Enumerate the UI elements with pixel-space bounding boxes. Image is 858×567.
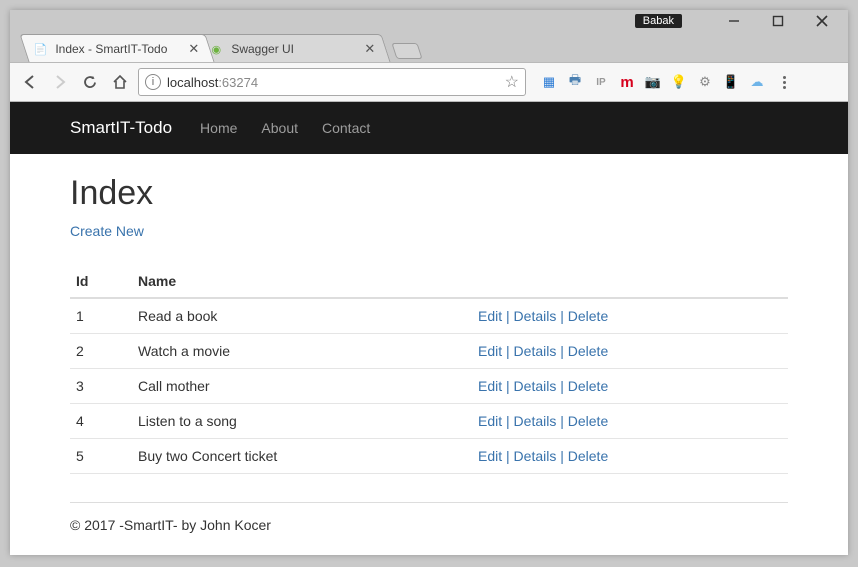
- toolbar: i localhost:63274 ☆ ▦ 🖶 IP m 📷 💡 ⚙ 📱 ☁: [10, 62, 848, 102]
- edit-link[interactable]: Edit: [478, 448, 502, 464]
- nav-link-home[interactable]: Home: [200, 120, 237, 136]
- tab-strip: 📄 Index - SmartIT-Todo ✕ ◉ Swagger UI ✕: [10, 32, 848, 62]
- table-row: 4Listen to a songEdit | Details | Delete: [70, 404, 788, 439]
- cell-actions: Edit | Details | Delete: [472, 334, 788, 369]
- minimize-button[interactable]: [712, 10, 756, 32]
- url-host: localhost: [167, 75, 218, 90]
- delete-link[interactable]: Delete: [568, 343, 608, 359]
- cell-actions: Edit | Details | Delete: [472, 439, 788, 474]
- cell-actions: Edit | Details | Delete: [472, 369, 788, 404]
- cell-id: 2: [70, 334, 132, 369]
- extension-icon[interactable]: 💡: [670, 73, 688, 91]
- bookmark-star-icon[interactable]: ☆: [505, 72, 519, 92]
- tab-inactive[interactable]: ◉ Swagger UI ✕: [195, 34, 390, 62]
- table-row: 2Watch a movieEdit | Details | Delete: [70, 334, 788, 369]
- extension-icon[interactable]: ☁: [748, 73, 766, 91]
- new-tab-button[interactable]: [391, 43, 422, 59]
- details-link[interactable]: Details: [514, 308, 557, 324]
- cell-id: 5: [70, 439, 132, 474]
- extension-icons: ▦ 🖶 IP m 📷 💡 ⚙ 📱 ☁: [540, 73, 766, 91]
- tab-active[interactable]: 📄 Index - SmartIT-Todo ✕: [19, 34, 214, 62]
- tab-close-button[interactable]: ✕: [362, 41, 377, 57]
- edit-link[interactable]: Edit: [478, 378, 502, 394]
- delete-link[interactable]: Delete: [568, 378, 608, 394]
- reload-icon: [82, 74, 99, 91]
- table-row: 3Call motherEdit | Details | Delete: [70, 369, 788, 404]
- account-chip[interactable]: Babak: [635, 14, 682, 28]
- extension-icon[interactable]: 📱: [722, 73, 740, 91]
- cell-name: Call mother: [132, 369, 472, 404]
- cell-name: Listen to a song: [132, 404, 472, 439]
- back-icon: [21, 73, 39, 91]
- home-button[interactable]: [108, 70, 132, 94]
- extension-icon[interactable]: 📷: [644, 73, 662, 91]
- extension-icon[interactable]: 🖶: [566, 73, 584, 91]
- address-bar[interactable]: i localhost:63274 ☆: [138, 68, 526, 96]
- extension-icon[interactable]: m: [618, 73, 636, 91]
- url-port: :63274: [218, 75, 258, 90]
- cell-name: Watch a movie: [132, 334, 472, 369]
- forward-button[interactable]: [48, 70, 72, 94]
- extension-icon[interactable]: ▦: [540, 73, 558, 91]
- tab-close-button[interactable]: ✕: [186, 41, 201, 57]
- maximize-button[interactable]: [756, 10, 800, 32]
- cell-actions: Edit | Details | Delete: [472, 404, 788, 439]
- site-navbar: SmartIT-Todo Home About Contact: [10, 102, 848, 154]
- todo-table: Id Name 1Read a bookEdit | Details | Del…: [70, 265, 788, 474]
- col-actions-header: [472, 265, 788, 298]
- titlebar: Babak: [10, 10, 848, 32]
- cell-name: Buy two Concert ticket: [132, 439, 472, 474]
- cell-id: 3: [70, 369, 132, 404]
- delete-link[interactable]: Delete: [568, 413, 608, 429]
- page-title: Index: [70, 174, 788, 213]
- cell-actions: Edit | Details | Delete: [472, 298, 788, 334]
- details-link[interactable]: Details: [514, 343, 557, 359]
- delete-link[interactable]: Delete: [568, 448, 608, 464]
- table-row: 5Buy two Concert ticketEdit | Details | …: [70, 439, 788, 474]
- back-button[interactable]: [18, 70, 42, 94]
- close-icon: [816, 15, 828, 27]
- minimize-icon: [728, 15, 740, 27]
- nav-link-about[interactable]: About: [261, 120, 298, 136]
- cell-id: 1: [70, 298, 132, 334]
- home-icon: [111, 73, 129, 91]
- details-link[interactable]: Details: [514, 378, 557, 394]
- page-content: Index Create New Id Name 1Read a bookEdi…: [10, 154, 848, 567]
- table-row: 1Read a bookEdit | Details | Delete: [70, 298, 788, 334]
- close-window-button[interactable]: [800, 10, 844, 32]
- cell-id: 4: [70, 404, 132, 439]
- edit-link[interactable]: Edit: [478, 308, 502, 324]
- browser-window: Babak 📄 Index - SmartIT-Todo ✕ ◉ Swagger…: [10, 10, 848, 555]
- maximize-icon: [772, 15, 784, 27]
- browser-menu-button[interactable]: [772, 70, 796, 94]
- page-favicon-icon: 📄: [33, 42, 47, 56]
- site-info-icon[interactable]: i: [145, 74, 161, 90]
- forward-icon: [51, 73, 69, 91]
- reload-button[interactable]: [78, 70, 102, 94]
- tab-title: Index - SmartIT-Todo: [55, 42, 186, 56]
- nav-link-contact[interactable]: Contact: [322, 120, 370, 136]
- details-link[interactable]: Details: [514, 413, 557, 429]
- extension-icon[interactable]: IP: [592, 73, 610, 91]
- navbar-brand[interactable]: SmartIT-Todo: [70, 118, 172, 138]
- create-new-link[interactable]: Create New: [70, 223, 144, 239]
- edit-link[interactable]: Edit: [478, 413, 502, 429]
- footer-text: © 2017 -SmartIT- by John Kocer: [70, 503, 788, 547]
- extension-icon[interactable]: ⚙: [696, 73, 714, 91]
- delete-link[interactable]: Delete: [568, 308, 608, 324]
- page-viewport: SmartIT-Todo Home About Contact Index Cr…: [10, 102, 848, 555]
- edit-link[interactable]: Edit: [478, 343, 502, 359]
- col-id-header: Id: [70, 265, 132, 298]
- cell-name: Read a book: [132, 298, 472, 334]
- col-name-header: Name: [132, 265, 472, 298]
- tab-title: Swagger UI: [231, 42, 362, 56]
- kebab-icon: [774, 76, 794, 89]
- details-link[interactable]: Details: [514, 448, 557, 464]
